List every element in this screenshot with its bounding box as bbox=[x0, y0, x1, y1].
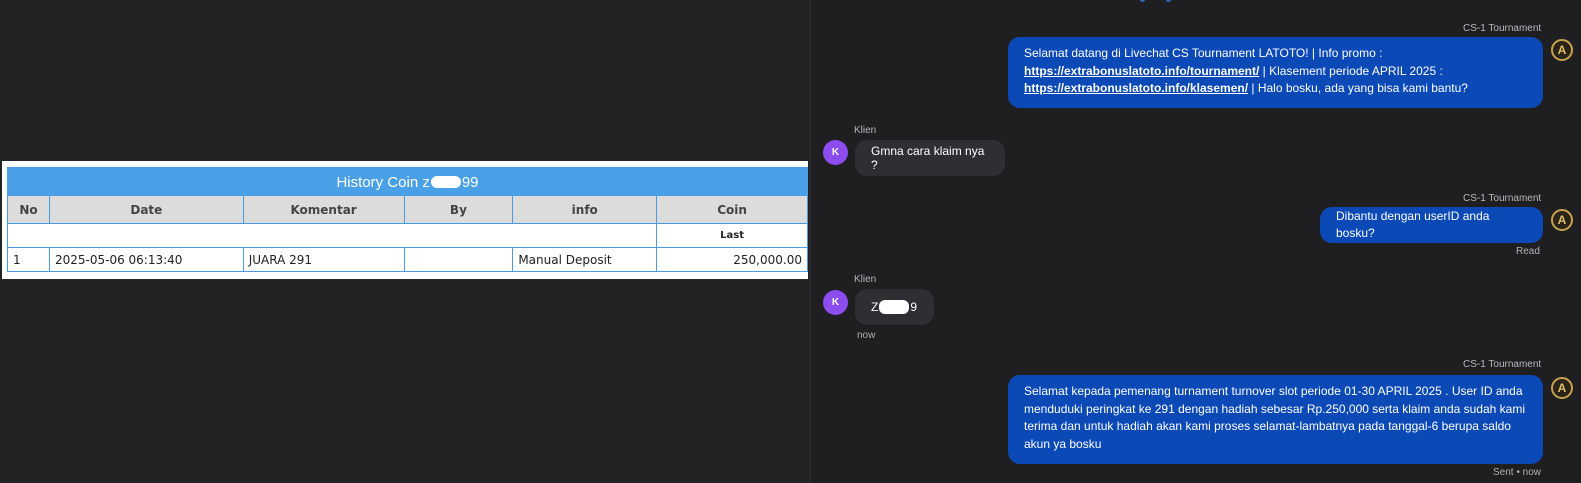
history-title-prefix: History Coin z bbox=[336, 173, 430, 191]
client-avatar: K bbox=[823, 140, 848, 165]
client-message-bubble: Z9 bbox=[855, 289, 934, 325]
klasemen-link[interactable]: https://extrabonuslatoto.info/klasemen/ bbox=[1024, 81, 1248, 95]
agent-message-bubble: Dibantu dengan userID anda bosku? bbox=[1320, 207, 1543, 243]
col-header-komentar[interactable]: Komentar bbox=[242, 195, 405, 224]
agent-message-bubble: Selamat kepada pemenang turnament turnov… bbox=[1008, 375, 1543, 464]
agent-avatar: A bbox=[1551, 209, 1573, 231]
col-header-no[interactable]: No bbox=[7, 195, 50, 224]
message-text: | Halo bosku, ada yang bisa kami bantu? bbox=[1248, 81, 1468, 95]
history-coin-table: No Date Komentar By info Coin Last 1 202… bbox=[6, 195, 808, 272]
cell-info: Manual Deposit bbox=[512, 247, 658, 272]
history-coin-card: History Coin z 99 No Date Komentar By inf… bbox=[2, 161, 808, 279]
message-text: Selamat kepada pemenang turnament turnov… bbox=[1024, 384, 1525, 451]
message-text: Selamat datang di Livechat CS Tournament… bbox=[1024, 46, 1383, 60]
col-header-by[interactable]: By bbox=[403, 195, 514, 224]
col-header-date[interactable]: Date bbox=[48, 195, 244, 224]
message-sender: Klien bbox=[854, 274, 877, 285]
col-header-info[interactable]: info bbox=[512, 195, 658, 224]
message-sender: CS-1 Tournament bbox=[1463, 193, 1542, 204]
client-avatar: K bbox=[823, 290, 848, 315]
table-subheader-row: Last bbox=[6, 223, 808, 248]
promo-tournament-link[interactable]: https://extrabonuslatoto.info/tournament… bbox=[1024, 64, 1259, 78]
message-sender: CS-1 Tournament bbox=[1463, 359, 1542, 370]
agent-avatar: A bbox=[1551, 39, 1573, 61]
agent-avatar: A bbox=[1551, 377, 1573, 399]
client-message-bubble: Gmna cara klaim nya ? bbox=[855, 140, 1005, 176]
message-text: | Klasement periode APRIL 2025 : bbox=[1259, 63, 1443, 78]
message-sender: Klien bbox=[854, 125, 877, 136]
table-header-row: No Date Komentar By info Coin bbox=[7, 195, 808, 224]
agent-message-bubble: Selamat datang di Livechat CS Tournament… bbox=[1008, 37, 1543, 108]
message-text: Gmna cara klaim nya ? bbox=[871, 144, 985, 172]
cell-no: 1 bbox=[7, 247, 50, 272]
redaction-mask bbox=[879, 300, 910, 314]
history-title-suffix: 99 bbox=[461, 173, 479, 191]
left-pane: History Coin z 99 No Date Komentar By inf… bbox=[0, 0, 809, 483]
last-label: Last bbox=[656, 223, 808, 248]
empty-cell bbox=[6, 223, 658, 248]
redaction-mask bbox=[430, 176, 461, 188]
col-header-coin[interactable]: Coin bbox=[656, 195, 808, 224]
cell-by bbox=[403, 247, 514, 272]
cell-date: 2025-05-06 06:13:40 bbox=[48, 247, 244, 272]
cell-komentar: JUARA 291 bbox=[242, 247, 405, 272]
message-status: Read bbox=[1516, 246, 1540, 257]
history-coin-title: History Coin z 99 bbox=[7, 167, 808, 197]
message-text: Z bbox=[871, 300, 879, 314]
message-text: 9 bbox=[910, 300, 918, 314]
message-sender: CS-1 Tournament bbox=[1463, 23, 1542, 34]
cell-coin: 250,000.00 bbox=[656, 247, 808, 272]
message-time: now bbox=[857, 330, 876, 341]
message-status: Sent • now bbox=[1493, 467, 1541, 478]
table-row: 1 2025-05-06 06:13:40 JUARA 291 Manual D… bbox=[7, 247, 808, 272]
message-text: Dibantu dengan userID anda bosku? bbox=[1336, 208, 1490, 241]
